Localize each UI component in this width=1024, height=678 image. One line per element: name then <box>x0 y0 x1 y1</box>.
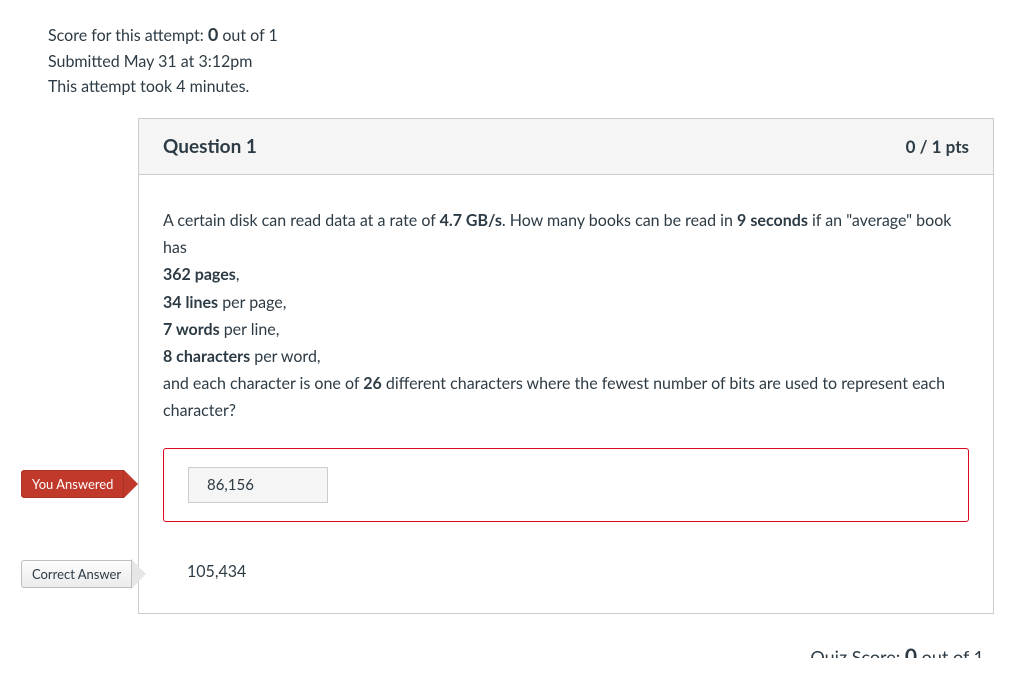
score-label-suffix: out of 1 <box>218 26 278 45</box>
you-answered-label: You Answered <box>21 470 124 498</box>
footer-score-value: 0 <box>905 644 917 658</box>
letters-value: 26 <box>363 374 382 393</box>
you-answered-flag: You Answered <box>21 470 138 498</box>
chars-value: 8 characters <box>163 347 250 366</box>
attempt-summary: Score for this attempt: 0 out of 1 Submi… <box>48 20 994 100</box>
correct-answer-label: Correct Answer <box>21 560 132 588</box>
score-value: 0 <box>208 23 218 45</box>
pages-value: 362 pages <box>163 265 236 284</box>
attempt-score-line: Score for this attempt: 0 out of 1 <box>48 20 994 49</box>
question-title: Question 1 <box>163 135 257 158</box>
question-header: Question 1 0 / 1 pts <box>139 119 993 175</box>
user-answer-box: 86,156 <box>163 448 969 522</box>
question-text: A certain disk can read data at a rate o… <box>139 175 993 449</box>
flag-arrow-icon <box>124 470 138 498</box>
flag-arrow-icon <box>132 560 146 588</box>
rate-value: 4.7 GB/s <box>440 211 502 230</box>
words-value: 7 words <box>163 320 220 339</box>
question-card: Question 1 0 / 1 pts A certain disk can … <box>138 118 994 615</box>
question-points: 0 / 1 pts <box>906 136 969 157</box>
user-answer-value: 86,156 <box>188 467 328 503</box>
correct-answer-flag: Correct Answer <box>21 560 146 588</box>
seconds-word: seconds <box>750 211 807 230</box>
correct-answer-value: 105,434 <box>139 550 993 605</box>
attempt-submitted: Submitted May 31 at 3:12pm <box>48 49 994 75</box>
attempt-duration: This attempt took 4 minutes. <box>48 74 994 100</box>
quiz-score-footer: Quiz Score: 0 out of 1 <box>138 644 984 658</box>
lines-value: 34 lines <box>163 293 218 312</box>
score-label-prefix: Score for this attempt: <box>48 26 208 45</box>
seconds-num: 9 <box>737 211 746 230</box>
